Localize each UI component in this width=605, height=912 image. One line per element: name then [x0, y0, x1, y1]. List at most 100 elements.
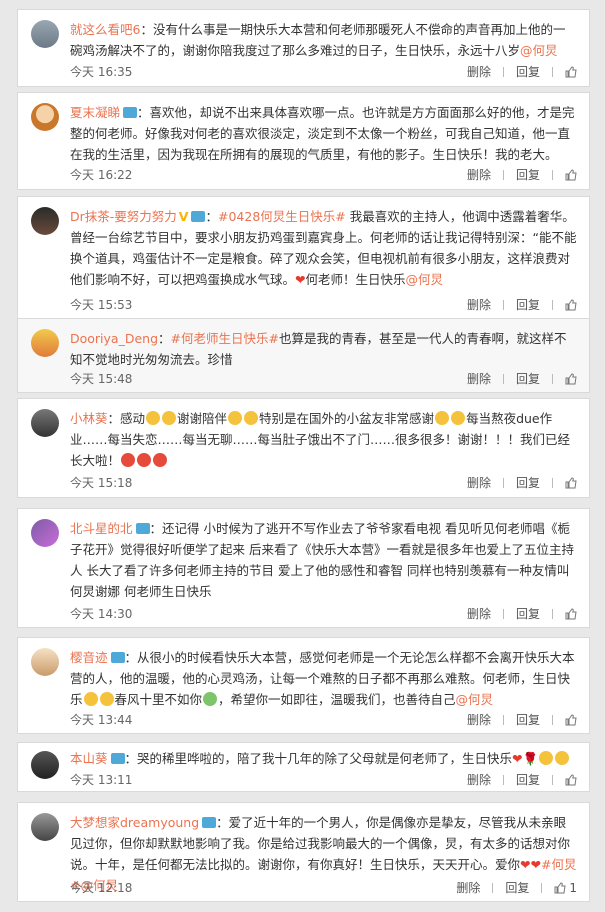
surprised-emoji-icon — [555, 751, 570, 765]
timestamp: 今天 12:18 — [70, 881, 133, 895]
avatar[interactable] — [31, 409, 59, 437]
delete-button[interactable]: 删除 — [467, 298, 491, 312]
like-icon[interactable] — [565, 169, 577, 181]
rose-icon: 🌹 — [522, 751, 539, 766]
comment-text: Dr抹茶-要努力努力 V ：#0428何炅生日快乐# 我最喜欢的主持人，他调中透露着… — [70, 209, 577, 287]
comment-content: ，希望你一如即往，温暖我们，也善待自己 — [218, 692, 456, 707]
reply-button[interactable]: 回复 — [516, 168, 540, 182]
timestamp: 今天 15:48 — [70, 372, 133, 386]
timestamp: 今天 16:22 — [70, 168, 133, 182]
comment-text: Dooriya_Deng：#何老师生日快乐#也算是我的青春，甚至是一代人的青春啊… — [70, 331, 567, 367]
crying-emoji-icon — [228, 411, 243, 425]
comment-text: 本山葵 ：哭的稀里哗啦的，陪了我十几年的除了父母就是何老师了，生日快乐❤🌹 — [70, 748, 577, 769]
reply-button[interactable]: 回复 — [516, 372, 540, 386]
avatar[interactable] — [31, 813, 59, 841]
comment-card: 夏末凝睇 ：喜欢他，却说不出来具体喜欢哪一点。也许就是方方面面那么好的他，才是完整… — [17, 92, 590, 190]
comment-content: ：哭的稀里哗啦的，陪了我十几年的除了父母就是何老师了，生日快乐 — [124, 751, 513, 766]
comment-card: 樱音迹 ：从很小的时候看快乐大本营，感觉何老师是一个无论怎么样都不会离开快乐大本营… — [17, 637, 590, 734]
delete-button[interactable]: 删除 — [467, 607, 491, 621]
reply-button[interactable]: 回复 — [516, 607, 540, 621]
reply-button[interactable]: 回复 — [516, 773, 540, 787]
delete-button[interactable]: 删除 — [467, 65, 491, 79]
comment-content: ：感动 — [107, 411, 146, 426]
delete-button[interactable]: 删除 — [467, 713, 491, 727]
reply-button[interactable]: 回复 — [505, 881, 529, 895]
avatar[interactable] — [31, 519, 59, 547]
username[interactable]: Dooriya_Deng — [70, 331, 158, 346]
avatar[interactable] — [31, 648, 59, 676]
crying-emoji-icon — [435, 411, 450, 425]
like-icon[interactable] — [565, 477, 577, 489]
comment-content: ：喜欢他，却说不出来具体喜欢哪一点。也许就是方方面面那么好的他，才是完整的何老师… — [70, 105, 575, 162]
timestamp: 今天 16:35 — [70, 65, 133, 79]
comment-text: 小林葵：感动 谢谢陪伴 特别是在国外的小盆友非常感谢 每当熬夜due作业……每当失恋…… — [70, 408, 577, 471]
avatar[interactable] — [31, 103, 59, 131]
mention-link[interactable]: @何炅 — [520, 43, 558, 58]
avatar[interactable] — [31, 751, 59, 779]
like-icon[interactable] — [565, 66, 577, 78]
grass-emoji-icon — [203, 692, 218, 706]
comment-card: Dr抹茶-要努力努力 V ：#0428何炅生日快乐# 我最喜欢的主持人，他调中透露着… — [17, 196, 590, 319]
comment-text: 就这么看吧6：没有什么事是一期快乐大本营和何老师那暖死人不偿命的声音再加上他的一… — [70, 19, 577, 61]
delete-button[interactable]: 删除 — [467, 773, 491, 787]
username[interactable]: 北斗星的北 — [70, 521, 133, 536]
delete-button[interactable]: 删除 — [467, 372, 491, 386]
comment-card: 小林葵：感动 谢谢陪伴 特别是在国外的小盆友非常感谢 每当熬夜due作业……每当失恋…… — [17, 398, 590, 498]
comment-actions: 删除 回复 — [455, 605, 577, 622]
username[interactable]: 就这么看吧6 — [70, 22, 140, 37]
kiss-emoji-icon — [121, 453, 136, 467]
heart-icon: ❤❤ — [520, 857, 541, 872]
like-icon[interactable] — [565, 714, 577, 726]
cake-emoji-icon — [99, 692, 114, 706]
timestamp: 今天 13:44 — [70, 713, 133, 727]
avatar[interactable] — [31, 20, 59, 48]
avatar[interactable] — [31, 207, 59, 235]
topic-tag[interactable]: #0428何炅生日快乐# — [218, 209, 346, 224]
comment-content: 特别是在国外的小盆友非常感谢 — [259, 411, 435, 426]
reply-button[interactable]: 回复 — [516, 298, 540, 312]
vip-icon — [110, 652, 125, 663]
vip-icon — [110, 753, 125, 764]
delete-button[interactable]: 删除 — [467, 168, 491, 182]
like-icon[interactable] — [565, 373, 577, 385]
cake-emoji-icon — [83, 692, 98, 706]
reply-button[interactable]: 回复 — [516, 476, 540, 490]
heart-icon: ❤ — [512, 751, 523, 766]
comment-card: 北斗星的北 ：还记得 小时候为了逃开不写作业去了爷爷家看电视 看见听见何老师唱《栀… — [17, 508, 590, 628]
username[interactable]: 小林葵 — [70, 411, 108, 426]
comment-text: 北斗星的北 ：还记得 小时候为了逃开不写作业去了爷爷家看电视 看见听见何老师唱《栀… — [70, 518, 577, 602]
username[interactable]: Dr抹茶-要努力努力 — [70, 209, 177, 224]
weibo-comment-list: 就这么看吧6：没有什么事是一期快乐大本营和何老师那暖死人不偿命的声音再加上他的一… — [0, 0, 605, 912]
comment-card: 本山葵 ：哭的稀里哗啦的，陪了我十几年的除了父母就是何老师了，生日快乐❤🌹 今天 … — [17, 742, 590, 792]
username[interactable]: 大梦想家dreamyoung — [70, 815, 199, 830]
timestamp: 今天 15:53 — [70, 298, 133, 312]
comment-text: 樱音迹 ：从很小的时候看快乐大本营，感觉何老师是一个无论怎么样都不会离开快乐大本营… — [70, 647, 577, 710]
like-icon[interactable] — [554, 882, 566, 894]
timestamp: 今天 15:18 — [70, 476, 133, 490]
comment-content: 何老师！生日快乐 — [305, 272, 406, 287]
kiss-emoji-icon — [137, 453, 152, 467]
crying-emoji-icon — [162, 411, 177, 425]
comment-actions: 删除 回复 — [455, 711, 577, 728]
comment-actions: 删除 回复 1 — [444, 879, 577, 896]
username[interactable]: 樱音迹 — [70, 650, 108, 665]
mention-link[interactable]: @何炅 — [406, 272, 444, 287]
comment-content: 春风十里不如你 — [114, 692, 203, 707]
comment-actions: 删除 回复 — [455, 370, 577, 387]
delete-button[interactable]: 删除 — [467, 476, 491, 490]
delete-button[interactable]: 删除 — [456, 881, 480, 895]
avatar[interactable] — [31, 329, 59, 357]
crying-emoji-icon — [451, 411, 466, 425]
mention-link[interactable]: @何炅 — [456, 692, 494, 707]
username[interactable]: 本山葵 — [70, 751, 108, 766]
reply-button[interactable]: 回复 — [516, 713, 540, 727]
like-icon[interactable] — [565, 774, 577, 786]
topic-tag[interactable]: #何老师生日快乐# — [171, 331, 279, 346]
reply-button[interactable]: 回复 — [516, 65, 540, 79]
like-icon[interactable] — [565, 608, 577, 620]
timestamp: 今天 13:11 — [70, 773, 133, 787]
username[interactable]: 夏末凝睇 — [70, 105, 120, 120]
timestamp: 今天 14:30 — [70, 607, 133, 621]
like-icon[interactable] — [565, 299, 577, 311]
comment-actions: 删除 回复 — [455, 166, 577, 183]
